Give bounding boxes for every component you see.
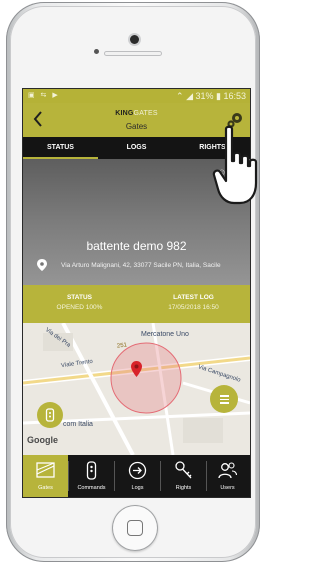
nav-label-logs: Logs <box>131 485 144 491</box>
proximity-sensor <box>94 49 99 54</box>
brand-logo: KINGGATES <box>23 110 250 117</box>
nav-item-users[interactable]: Users <box>205 455 250 497</box>
gate-address: Via Arturo Malignani, 42, 33077 Sacile P… <box>61 262 221 269</box>
brand-name-bold: KING <box>115 110 134 117</box>
map-road-number: 251 <box>116 342 128 350</box>
gate-name: battente demo 982 <box>86 239 187 253</box>
nav-label-commands: Commands <box>77 485 106 491</box>
map-label-mercatone: Mercatone Uno <box>141 331 189 338</box>
logs-icon <box>128 461 147 480</box>
latest-log-value: 17/05/2018 16:50 <box>168 304 219 311</box>
nav-label-gates: Gates <box>38 485 53 491</box>
remote-control-icon <box>45 408 55 422</box>
earpiece-speaker <box>104 51 162 56</box>
tap-hand-icon <box>212 125 258 205</box>
nav-item-rights[interactable]: Rights <box>161 455 206 497</box>
key-icon <box>175 461 192 479</box>
status-block: STATUS OPENED 100% <box>23 294 136 311</box>
bottom-navigation: Gates Commands Logs Rights Users <box>23 455 250 497</box>
tab-status[interactable]: STATUS <box>23 137 98 159</box>
location-pin-icon <box>37 259 47 271</box>
map-marker-icon[interactable] <box>131 361 142 377</box>
status-left-icons: ▣ ⇆ ▶ <box>28 92 60 99</box>
front-camera <box>130 35 139 44</box>
brand-name-light: GATES <box>133 110 158 117</box>
remote-fab[interactable] <box>37 402 63 428</box>
menu-icon-line-3 <box>220 402 229 404</box>
status-info-bar: STATUS OPENED 100% LATEST LOG 17/05/2018… <box>23 285 250 323</box>
google-logo: Google <box>27 435 58 445</box>
nav-item-logs[interactable]: Logs <box>115 455 160 497</box>
status-bar: ▣ ⇆ ▶ ⌃ ◢ 31% ▮ 16:53 <box>23 89 250 103</box>
home-button[interactable] <box>112 505 158 551</box>
gate-icon <box>36 462 55 478</box>
nav-item-commands[interactable]: Commands <box>69 455 114 497</box>
nav-label-users: Users <box>220 485 235 491</box>
nav-label-rights: Rights <box>175 485 192 491</box>
status-right-info: ⌃ ◢ 31% ▮ 16:53 <box>176 91 246 101</box>
menu-icon-line-1 <box>220 395 229 397</box>
status-label: STATUS <box>66 294 93 301</box>
nav-item-gates[interactable]: Gates <box>23 455 68 497</box>
tab-logs[interactable]: LOGS <box>99 137 174 159</box>
home-square-icon <box>127 520 143 536</box>
menu-icon-line-2 <box>220 398 229 400</box>
map-label-com-italia: com Italia <box>63 421 93 428</box>
status-value: OPENED 100% <box>56 304 103 311</box>
users-icon <box>218 462 238 479</box>
menu-fab[interactable] <box>210 385 238 413</box>
latest-log-label: LATEST LOG <box>173 294 214 301</box>
latest-log-block: LATEST LOG 17/05/2018 16:50 <box>137 294 250 311</box>
remote-icon <box>86 461 97 480</box>
